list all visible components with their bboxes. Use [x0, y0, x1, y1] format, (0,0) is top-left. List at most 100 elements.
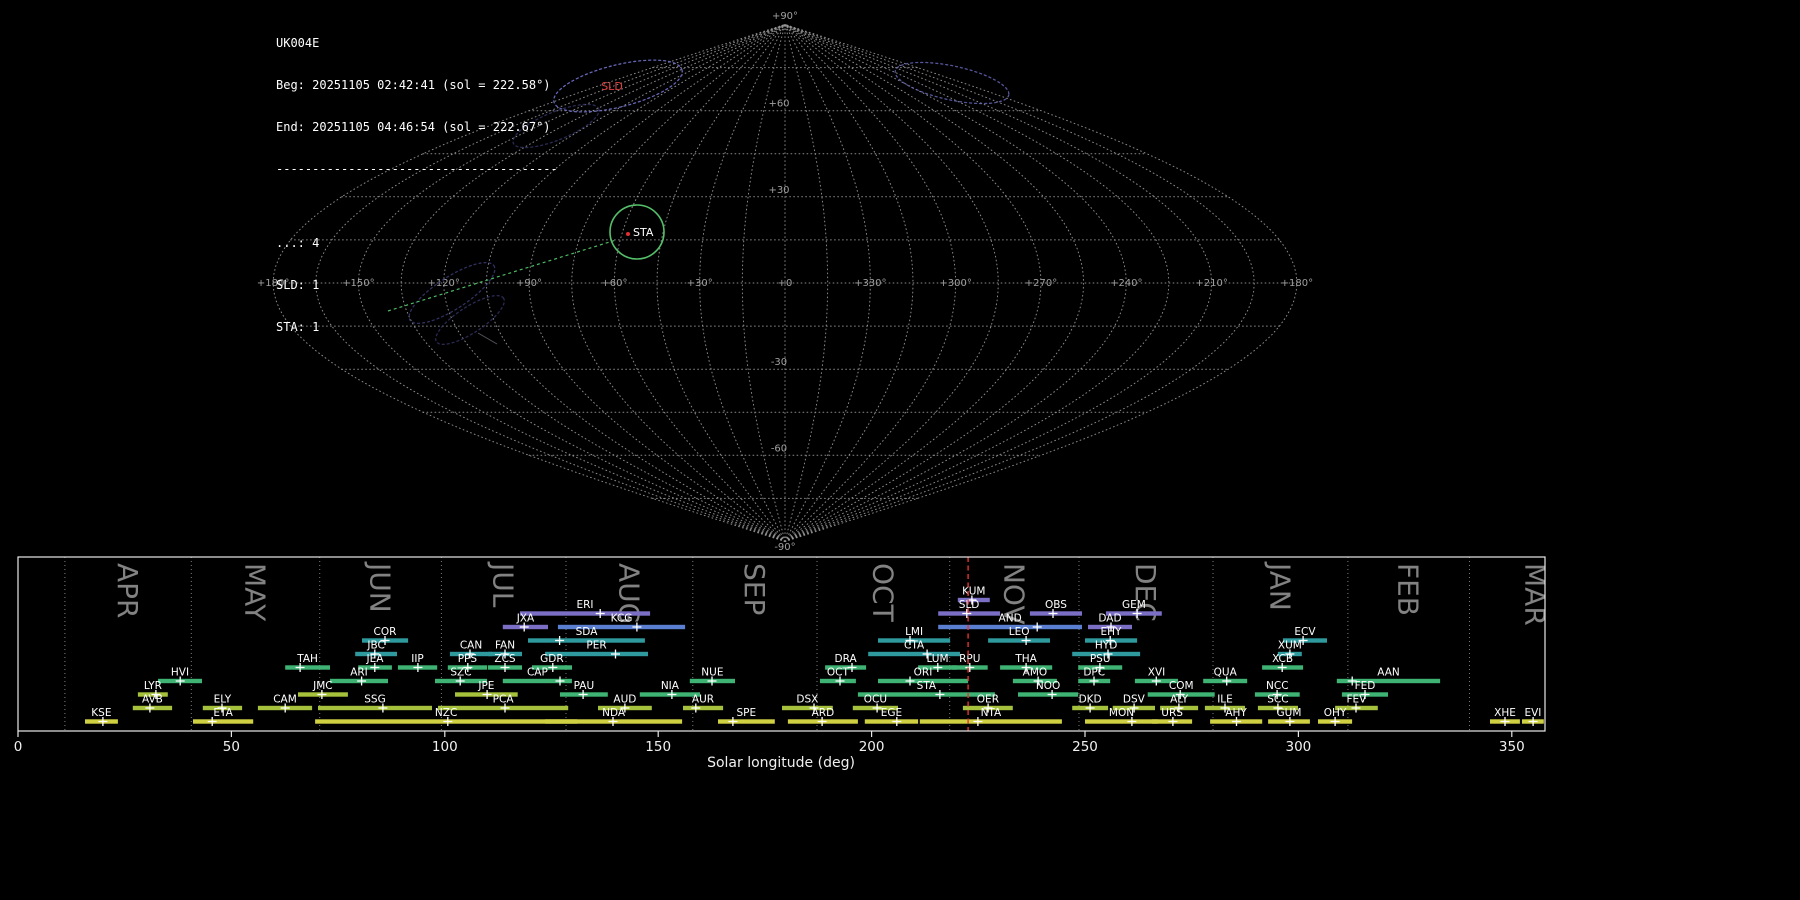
shower-code-label: ALY — [1170, 694, 1189, 706]
shower-code-label: SZC — [450, 667, 471, 679]
shower-code-label: TAH — [296, 653, 318, 665]
map-lon-label: +0 — [778, 278, 793, 289]
shower-code-label: ARI — [350, 667, 368, 679]
shower-code-label: OER — [977, 694, 999, 706]
month-label: FEB — [1392, 563, 1425, 616]
shower-code-label: PCA — [493, 694, 515, 706]
month-label: JUL — [487, 561, 520, 608]
map-lon-label: +30° — [687, 278, 713, 289]
radiant-label-sta: STA — [633, 226, 654, 239]
shower-code-label: KCG — [611, 613, 633, 625]
x-tick-label: 300 — [1286, 739, 1312, 755]
shower-code-label: NTA — [981, 707, 1002, 719]
shower-code-label: HVI — [171, 667, 189, 679]
shower-code-label: PAU — [574, 680, 595, 692]
shower-bar — [318, 706, 432, 710]
shower-code-label: DKD — [1079, 694, 1102, 706]
shower-code-label: CAN — [460, 640, 482, 652]
shower-code-label: XUM — [1278, 640, 1302, 652]
shower-code-label: SSG — [364, 694, 385, 706]
month-label: MAY — [239, 563, 272, 622]
month-label: APR — [111, 563, 144, 619]
shower-code-label: XCB — [1272, 653, 1293, 665]
shower-code-label: XVI — [1148, 667, 1165, 679]
shower-code-label: KUM — [962, 586, 985, 598]
shower-code-label: NIA — [661, 680, 680, 692]
radiant-point — [626, 232, 630, 236]
x-tick-label: 100 — [432, 739, 458, 755]
spacer — [276, 204, 558, 208]
shower-code-label: JXA — [516, 613, 535, 625]
begin-time: Beg: 20251105 02:42:41 (sol = 222.58°) — [276, 78, 558, 92]
shower-code-label: PSU — [1090, 653, 1111, 665]
x-axis-title: Solar longitude (deg) — [707, 755, 855, 771]
shower-code-label: SCC — [1267, 694, 1288, 706]
month-label: JAN — [1264, 561, 1297, 611]
month-label: SEP — [738, 563, 771, 615]
shower-code-label: DPC — [1083, 667, 1105, 679]
shower-code-label: SLD — [959, 599, 980, 611]
shower-code-label: PPS — [458, 653, 478, 665]
shower-code-label: AUD — [613, 694, 636, 706]
shower-code-label: NOO — [1036, 680, 1060, 692]
shower-code-label: DRA — [835, 653, 858, 665]
shower-code-label: AAN — [1377, 667, 1400, 679]
shower-code-label: JMC — [312, 680, 333, 692]
shower-bar — [193, 719, 253, 723]
shower-code-label: JPE — [477, 680, 494, 692]
shower-code-label: EVI — [1524, 707, 1541, 719]
map-lat-label: +60 — [768, 99, 789, 110]
shower-bar — [865, 719, 918, 723]
map-lon-label: +210° — [1195, 278, 1227, 289]
shower-code-label: ECV — [1294, 626, 1316, 638]
shower-bar — [920, 719, 1062, 723]
shower-code-label: ELY — [214, 694, 232, 706]
map-lon-label: +270° — [1025, 278, 1057, 289]
shower-code-label: QUA — [1214, 667, 1238, 679]
shower-code-label: NCC — [1266, 680, 1289, 692]
shower-code-label: AMO — [1023, 667, 1048, 679]
shower-code-label: LUM — [926, 653, 948, 665]
shower-code-label: THA — [1014, 653, 1037, 665]
shower-code-label: DSV — [1123, 694, 1146, 706]
shower-code-label: NDA — [602, 707, 626, 719]
shower-code-label: EHY — [1101, 626, 1123, 638]
shower-code-label: CAM — [273, 694, 297, 706]
shower-code-label: SDA — [576, 626, 599, 638]
shower-bar — [285, 665, 330, 669]
shower-bar — [718, 719, 775, 723]
x-tick-label: 350 — [1499, 739, 1525, 755]
shower-code-label: RPU — [959, 653, 980, 665]
shower-code-label: LMI — [905, 626, 923, 638]
shower-code-label: ZCS — [494, 653, 516, 665]
x-tick-label: 250 — [1072, 739, 1098, 755]
x-tick-label: 0 — [14, 739, 23, 755]
shower-code-label: SPE — [736, 707, 756, 719]
radiant-map-figure: +90°-90°+60+30-30-60+180°+150°+120°+90°+… — [0, 0, 1800, 900]
radiant-label-sld: SLD — [601, 80, 623, 93]
shower-code-label: ILE — [1217, 694, 1233, 706]
shower-code-label: HYD — [1095, 640, 1117, 652]
shower-code-label: XHE — [1494, 707, 1516, 719]
shower-code-label: FED — [1355, 680, 1376, 692]
sky-map: +90°-90°+60+30-30-60+180°+150°+120°+90°+… — [0, 0, 1800, 555]
shower-code-label: ETA — [213, 707, 233, 719]
shower-code-label: AND — [999, 613, 1022, 625]
map-south-pole-label: -90° — [774, 542, 795, 553]
shower-code-label: OBS — [1045, 599, 1067, 611]
map-lat-label: +30 — [768, 185, 789, 196]
shower-bar — [683, 706, 723, 710]
shower-code-label: ARD — [812, 707, 835, 719]
shower-code-label: PER — [586, 640, 606, 652]
shower-code-label: AUR — [692, 694, 714, 706]
shower-code-label: AHY — [1225, 707, 1247, 719]
shower-code-label: MON — [1109, 707, 1134, 719]
shower-bar — [988, 638, 1050, 642]
shower-code-label: OHY — [1324, 707, 1347, 719]
shower-bar — [1085, 719, 1158, 723]
month-label: MAR — [1519, 563, 1552, 626]
shower-code-label: NUE — [701, 667, 723, 679]
shower-code-label: COM — [1169, 680, 1194, 692]
shower-code-label: GUM — [1277, 707, 1302, 719]
info-block: UK004E Beg: 20251105 02:42:41 (sol = 222… — [276, 8, 558, 362]
